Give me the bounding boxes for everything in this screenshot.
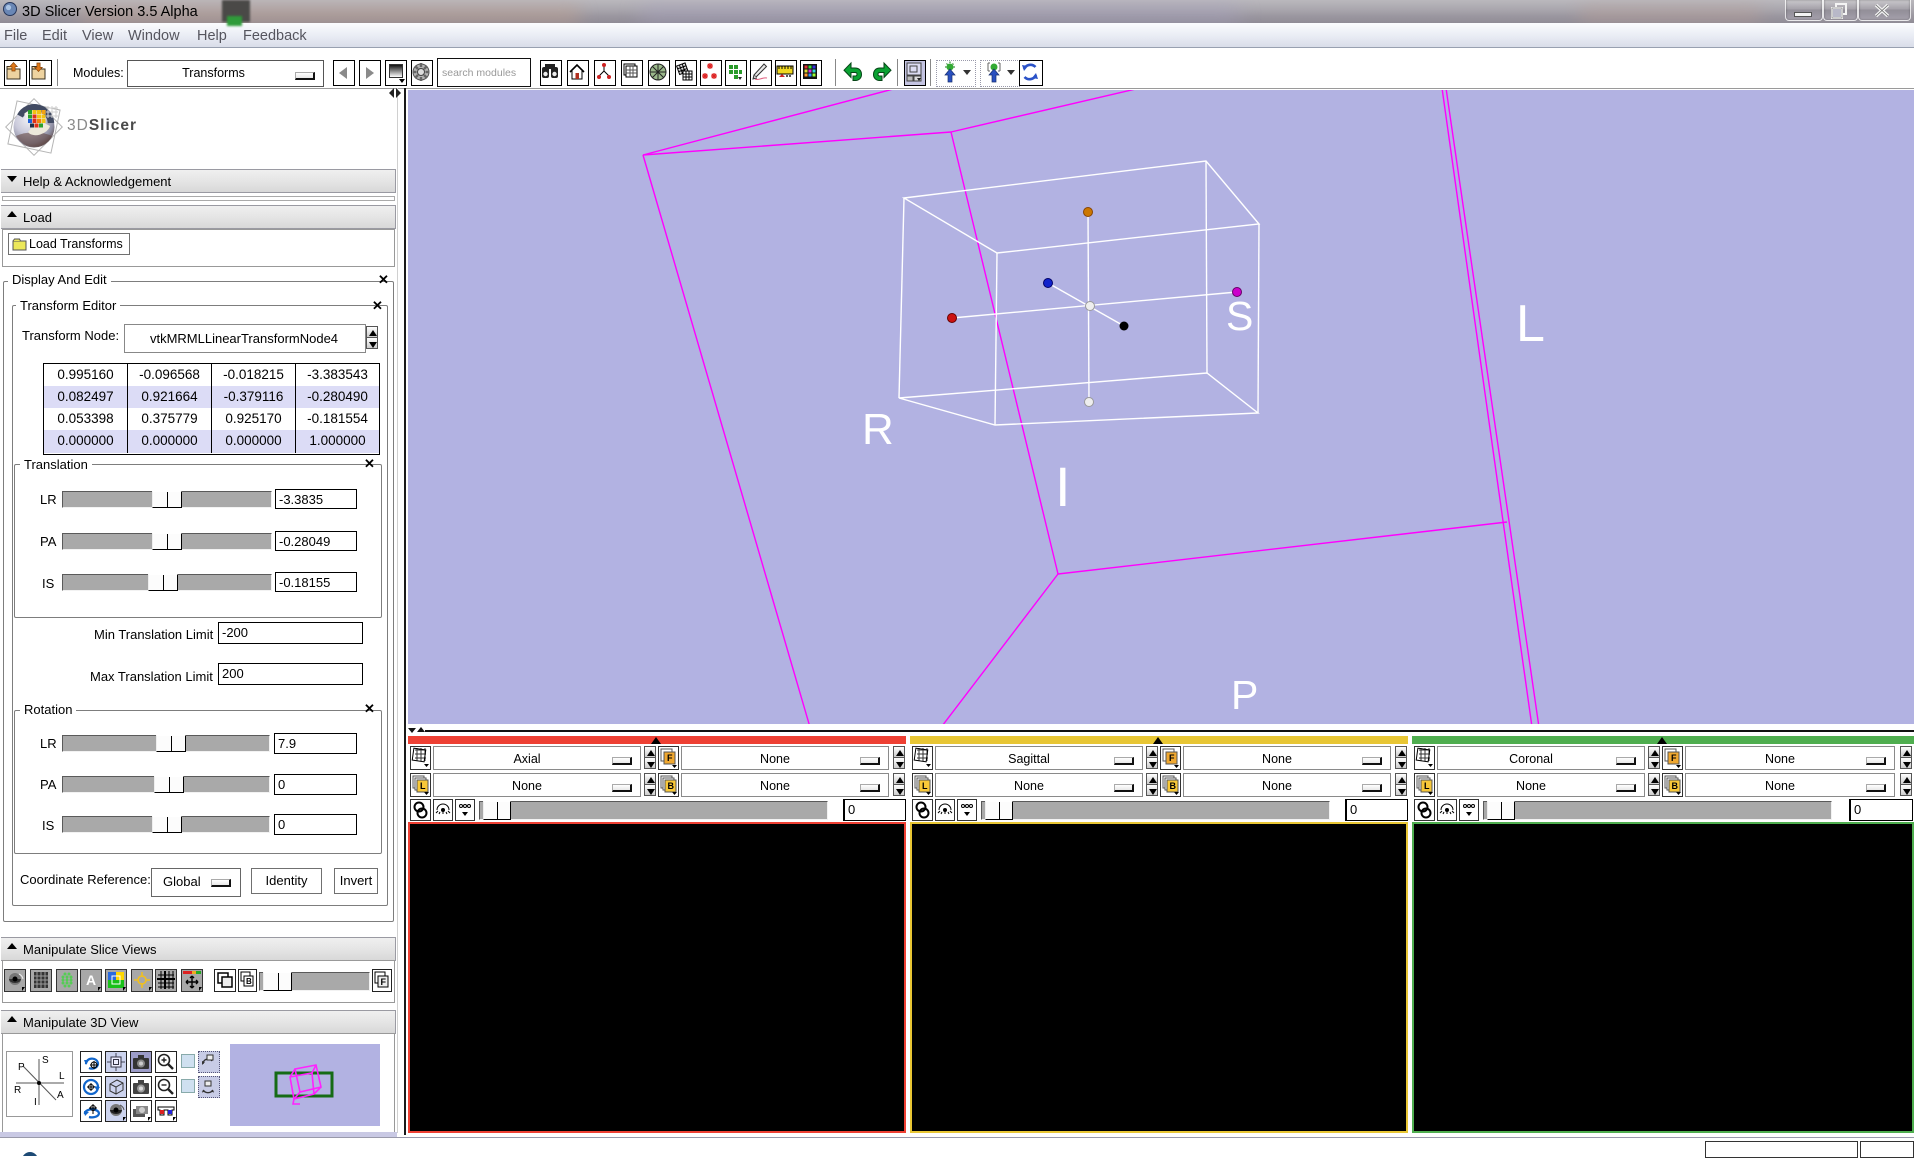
- svg-text:S: S: [1226, 293, 1253, 339]
- svg-text:P: P: [18, 1062, 25, 1073]
- svg-text:I: I: [34, 1097, 37, 1108]
- svg-text:P: P: [1231, 672, 1258, 718]
- svg-text:L: L: [59, 1071, 65, 1082]
- svg-text:L: L: [420, 781, 426, 791]
- svg-text:B: B: [1170, 781, 1177, 791]
- svg-text:I: I: [1055, 455, 1071, 518]
- svg-text:F: F: [1671, 753, 1677, 763]
- svg-text:F: F: [667, 753, 673, 763]
- svg-text:F: F: [1169, 753, 1175, 763]
- svg-text:S: S: [42, 1055, 49, 1066]
- svg-text:L: L: [922, 781, 928, 791]
- svg-text:B: B: [246, 977, 252, 986]
- svg-text:L: L: [1516, 295, 1545, 353]
- svg-text:L: L: [1424, 781, 1430, 791]
- svg-text:A: A: [57, 1090, 64, 1101]
- svg-text:B: B: [668, 781, 675, 791]
- svg-text:B: B: [1672, 781, 1679, 791]
- svg-text:R: R: [862, 405, 894, 454]
- svg-text:R: R: [14, 1085, 21, 1096]
- svg-text:F: F: [381, 977, 387, 987]
